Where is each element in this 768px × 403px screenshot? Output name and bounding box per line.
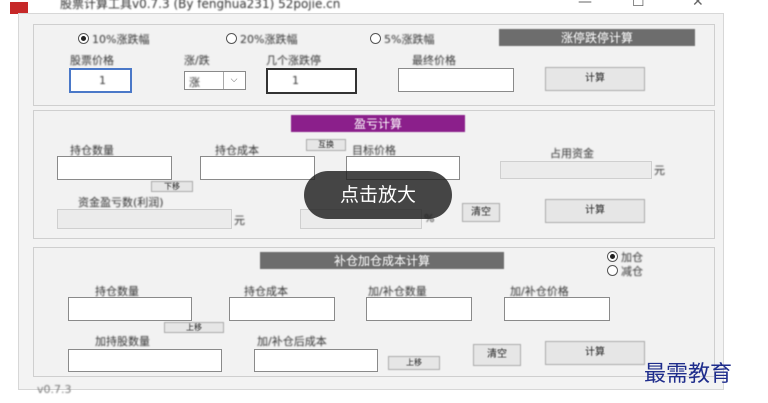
avg-move-up-button-1[interactable]: 上移 [164, 322, 224, 333]
radio-10-percent-label: 10%涨跌幅 [92, 33, 150, 46]
limit-calc-banner: 涨停跌停计算 [499, 29, 695, 46]
days-input[interactable]: 1 [266, 68, 357, 94]
pnl-result-label: 资金盈亏数(利润) [78, 196, 164, 209]
price-value: 1 [99, 74, 106, 87]
pnl-calc-button[interactable]: 计算 [545, 199, 645, 223]
status-version: v0.7.3 [37, 383, 72, 396]
avg-after-qty-output[interactable] [68, 349, 222, 372]
avg-move-up-button-2[interactable]: 上移 [388, 356, 440, 370]
pnl-move-down-button[interactable]: 下移 [151, 181, 193, 192]
swap-button[interactable]: 互换 [306, 139, 346, 151]
limit-calc-button[interactable]: 计算 [545, 67, 645, 91]
pnl-use-label: 占用资金 [550, 147, 594, 160]
avg-clear-button[interactable]: 清空 [473, 344, 521, 366]
updown-value: 涨 [189, 76, 200, 89]
avg-cost-input[interactable] [229, 297, 335, 321]
pnl-clear-button[interactable]: 清空 [462, 203, 500, 222]
price-label: 股票价格 [70, 54, 114, 67]
days-label: 几个涨跌停 [266, 54, 321, 67]
updown-label: 涨/跌 [184, 54, 210, 67]
pnl-result-output [57, 209, 232, 229]
zoom-overlay-button[interactable]: 点击放大 [304, 171, 452, 219]
avg-cost-banner: 补仓加仓成本计算 [260, 252, 504, 269]
final-price-input[interactable] [398, 68, 514, 92]
avg-after-qty-label: 加持股数量 [95, 335, 150, 348]
watermark-text: 最需教育 [644, 362, 733, 387]
chevron-down-icon[interactable]: ⌵ [223, 72, 244, 89]
avg-addqty-input[interactable] [366, 297, 472, 321]
avg-after-cost-label: 加/补仓后成本 [257, 335, 327, 348]
pnl-use-unit: 元 [654, 164, 665, 177]
price-input[interactable]: 1 [69, 68, 132, 93]
pnl-result-unit: 元 [234, 214, 245, 227]
radio-10-percent[interactable] [78, 33, 89, 44]
radio-reduce-position-label: 减仓 [621, 265, 643, 278]
window-title: 股票计算工具v0.7.3 (By fenghua231) 52pojie.cn [60, 0, 341, 11]
pnl-use-output [500, 161, 652, 179]
radio-add-position[interactable] [607, 251, 618, 262]
avg-calc-button[interactable]: 计算 [545, 341, 645, 365]
final-price-label: 最终价格 [412, 54, 456, 67]
radio-5-percent[interactable] [370, 33, 381, 44]
radio-reduce-position[interactable] [607, 265, 618, 276]
pnl-qty-input[interactable] [57, 156, 172, 180]
minimize-button[interactable]: — [578, 0, 592, 10]
radio-20-percent-label: 20%涨跌幅 [240, 33, 298, 46]
avg-addprice-input[interactable] [504, 297, 610, 321]
avg-after-cost-output[interactable] [254, 349, 378, 372]
pnl-cost-input[interactable] [200, 156, 315, 180]
radio-5-percent-label: 5%涨跌幅 [384, 33, 435, 46]
pnl-calc-banner: 盈亏计算 [291, 115, 465, 132]
maximize-button[interactable]: ☐ [632, 0, 645, 10]
avg-qty-input[interactable] [68, 297, 192, 321]
radio-20-percent[interactable] [226, 33, 237, 44]
updown-select[interactable]: 涨 ⌵ [184, 71, 246, 90]
close-button[interactable]: ✕ [692, 0, 704, 10]
days-value: 1 [292, 74, 299, 87]
